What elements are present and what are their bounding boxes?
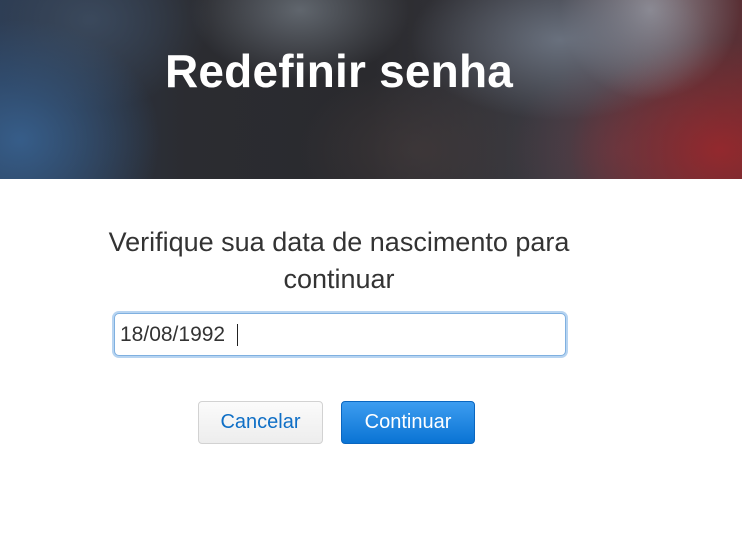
page-title: Redefinir senha (164, 45, 514, 97)
text-caret (237, 324, 238, 346)
birthdate-input[interactable] (114, 313, 566, 356)
cancel-button[interactable]: Cancelar (198, 401, 323, 444)
continue-button[interactable]: Continuar (341, 401, 475, 444)
birthdate-prompt: Verifique sua data de nascimento para co… (108, 227, 570, 294)
header-banner: Redefinir senha (0, 0, 742, 179)
